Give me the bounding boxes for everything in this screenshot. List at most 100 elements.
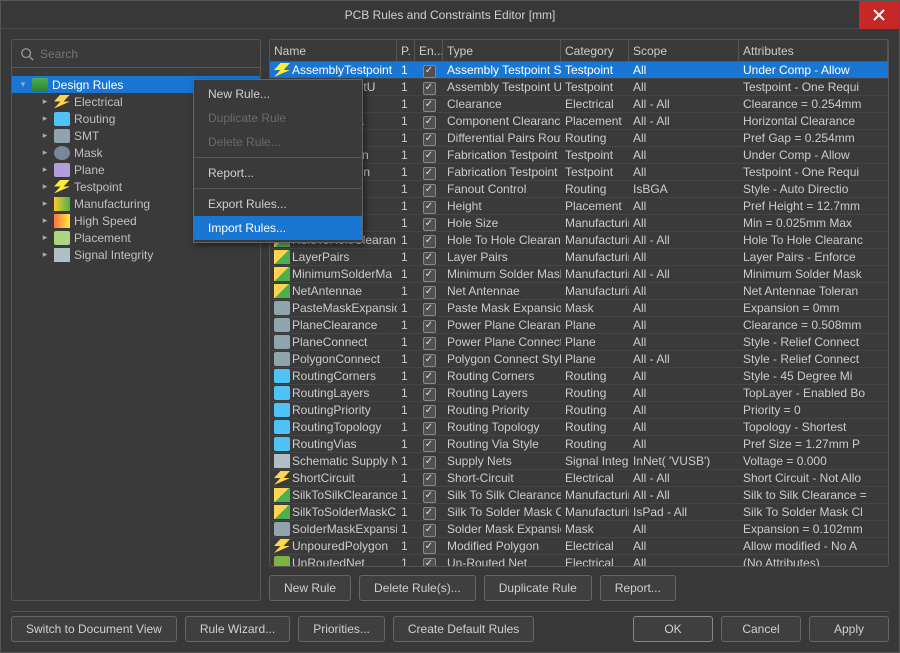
grid-row[interactable]: PlaneClearance1Power Plane ClearancPlane… xyxy=(270,317,888,334)
enabled-checkbox[interactable] xyxy=(423,218,436,231)
enabled-checkbox[interactable] xyxy=(423,371,436,384)
chevron-right-icon[interactable]: ▸ xyxy=(40,215,50,226)
grid-row[interactable]: Schematic Supply N1Supply NetsSignal Int… xyxy=(270,453,888,470)
cancel-button[interactable]: Cancel xyxy=(721,616,801,642)
grid-row[interactable]: LayerPairs1Layer PairsManufacturinAllLay… xyxy=(270,249,888,266)
context-menu[interactable]: New Rule...Duplicate RuleDelete Rule...R… xyxy=(193,79,363,243)
grid-row[interactable]: MinimumSolderMa1Minimum Solder MaskManuf… xyxy=(270,266,888,283)
grid-row[interactable]: SolderMaskExpansi1Solder Mask ExpansioMa… xyxy=(270,521,888,538)
grid-row[interactable]: SilkToSilkClearance1Silk To Silk Clearan… xyxy=(270,487,888,504)
col-attributes[interactable]: Attributes xyxy=(739,40,888,61)
cell-scope: All - All xyxy=(629,352,739,366)
chevron-right-icon[interactable]: ▸ xyxy=(40,96,50,107)
cell-scope: IsBGA xyxy=(629,182,739,196)
enabled-checkbox[interactable] xyxy=(423,490,436,503)
grid-row[interactable]: UnRoutedNet1Un-Routed NetElectricalAll(N… xyxy=(270,555,888,566)
col-enabled[interactable]: En... xyxy=(415,40,443,61)
chevron-right-icon[interactable]: ▸ xyxy=(40,232,50,243)
enabled-checkbox[interactable] xyxy=(423,507,436,520)
menu-item-new-rule[interactable]: New Rule... xyxy=(194,82,362,106)
enabled-checkbox[interactable] xyxy=(423,524,436,537)
enabled-checkbox[interactable] xyxy=(423,201,436,214)
col-priority[interactable]: P. xyxy=(397,40,415,61)
enabled-checkbox[interactable] xyxy=(423,99,436,112)
new-rule-button[interactable]: New Rule xyxy=(269,575,351,601)
grid-row[interactable]: ShortCircuit1Short-CircuitElectricalAll … xyxy=(270,470,888,487)
enabled-checkbox[interactable] xyxy=(423,252,436,265)
chevron-right-icon[interactable]: ▸ xyxy=(40,113,50,124)
enabled-checkbox[interactable] xyxy=(423,354,436,367)
grid-row[interactable]: SilkToSolderMaskC1Silk To Solder Mask Cl… xyxy=(270,504,888,521)
close-button[interactable] xyxy=(859,1,899,29)
enabled-checkbox[interactable] xyxy=(423,167,436,180)
enabled-checkbox[interactable] xyxy=(423,150,436,163)
grid-row[interactable]: RoutingTopology1Routing TopologyRoutingA… xyxy=(270,419,888,436)
enabled-checkbox[interactable] xyxy=(423,286,436,299)
rule-wizard-button[interactable]: Rule Wizard... xyxy=(185,616,290,642)
create-default-rules-button[interactable]: Create Default Rules xyxy=(393,616,534,642)
enabled-checkbox[interactable] xyxy=(423,235,436,248)
menu-item-report[interactable]: Report... xyxy=(194,161,362,185)
cell-name: ShortCircuit xyxy=(292,471,355,485)
enabled-checkbox[interactable] xyxy=(423,422,436,435)
chevron-right-icon[interactable]: ▸ xyxy=(40,181,50,192)
grid-row[interactable]: PasteMaskExpansio1Paste Mask ExpansionMa… xyxy=(270,300,888,317)
menu-item-export-rules[interactable]: Export Rules... xyxy=(194,192,362,216)
enabled-checkbox[interactable] xyxy=(423,82,436,95)
grid-row[interactable]: NetAntennae1Net AntennaeManufacturinAllN… xyxy=(270,283,888,300)
cell-name: PlaneClearance xyxy=(292,318,377,332)
enabled-checkbox[interactable] xyxy=(423,405,436,418)
chevron-right-icon[interactable]: ▸ xyxy=(40,249,50,260)
cell-scope: All - All xyxy=(629,97,739,111)
report-button[interactable]: Report... xyxy=(600,575,676,601)
grid-row[interactable]: RoutingVias1Routing Via StyleRoutingAllP… xyxy=(270,436,888,453)
priorities-button[interactable]: Priorities... xyxy=(298,616,385,642)
menu-item-import-rules[interactable]: Import Rules... xyxy=(194,216,362,240)
enabled-checkbox[interactable] xyxy=(423,439,436,452)
chevron-right-icon[interactable]: ▸ xyxy=(40,130,50,141)
enabled-checkbox[interactable] xyxy=(423,65,436,78)
chevron-right-icon[interactable]: ▸ xyxy=(40,147,50,158)
enabled-checkbox[interactable] xyxy=(423,541,436,554)
enabled-checkbox[interactable] xyxy=(423,269,436,282)
chevron-right-icon[interactable]: ▸ xyxy=(40,164,50,175)
titlebar: PCB Rules and Constraints Editor [mm] xyxy=(1,1,899,29)
enabled-checkbox[interactable] xyxy=(423,320,436,333)
search-input[interactable] xyxy=(40,47,252,61)
enabled-checkbox[interactable] xyxy=(423,473,436,486)
enabled-checkbox[interactable] xyxy=(423,337,436,350)
duplicate-rule-button[interactable]: Duplicate Rule xyxy=(484,575,592,601)
grid-row[interactable]: PolygonConnect1Polygon Connect StylePlan… xyxy=(270,351,888,368)
cell-scope: All xyxy=(629,301,739,315)
enabled-checkbox[interactable] xyxy=(423,303,436,316)
enabled-checkbox[interactable] xyxy=(423,456,436,469)
rule-type-icon xyxy=(274,454,290,468)
enabled-checkbox[interactable] xyxy=(423,184,436,197)
tree-item-signal-integrity[interactable]: ▸Signal Integrity xyxy=(12,246,260,263)
grid-row[interactable]: UnpouredPolygon1Modified PolygonElectric… xyxy=(270,538,888,555)
col-category[interactable]: Category xyxy=(561,40,629,61)
grid-row[interactable]: AssemblyTestpoint1Assembly Testpoint StT… xyxy=(270,62,888,79)
apply-button[interactable]: Apply xyxy=(809,616,889,642)
grid-row[interactable]: RoutingPriority1Routing PriorityRoutingA… xyxy=(270,402,888,419)
chevron-right-icon[interactable]: ▸ xyxy=(40,198,50,209)
cell-type: Differential Pairs Rout xyxy=(443,131,561,145)
col-name[interactable]: Name xyxy=(270,40,397,61)
ok-button[interactable]: OK xyxy=(633,616,713,642)
delete-rule-button[interactable]: Delete Rule(s)... xyxy=(359,575,476,601)
grid-row[interactable]: RoutingLayers1Routing LayersRoutingAllTo… xyxy=(270,385,888,402)
cell-type: Minimum Solder Mask xyxy=(443,267,561,281)
grid-row[interactable]: PlaneConnect1Power Plane ConnectPlaneAll… xyxy=(270,334,888,351)
enabled-checkbox[interactable] xyxy=(423,388,436,401)
enabled-checkbox[interactable] xyxy=(423,558,436,566)
grid-header[interactable]: Name P. En... Type Category Scope Attrib… xyxy=(270,40,888,62)
enabled-checkbox[interactable] xyxy=(423,116,436,129)
expander-icon[interactable]: ▾ xyxy=(18,79,28,90)
cell-priority: 1 xyxy=(397,556,415,566)
col-scope[interactable]: Scope xyxy=(629,40,739,61)
enabled-checkbox[interactable] xyxy=(423,133,436,146)
cell-type: Hole Size xyxy=(443,216,561,230)
switch-view-button[interactable]: Switch to Document View xyxy=(11,616,177,642)
grid-row[interactable]: RoutingCorners1Routing CornersRoutingAll… xyxy=(270,368,888,385)
col-type[interactable]: Type xyxy=(443,40,561,61)
